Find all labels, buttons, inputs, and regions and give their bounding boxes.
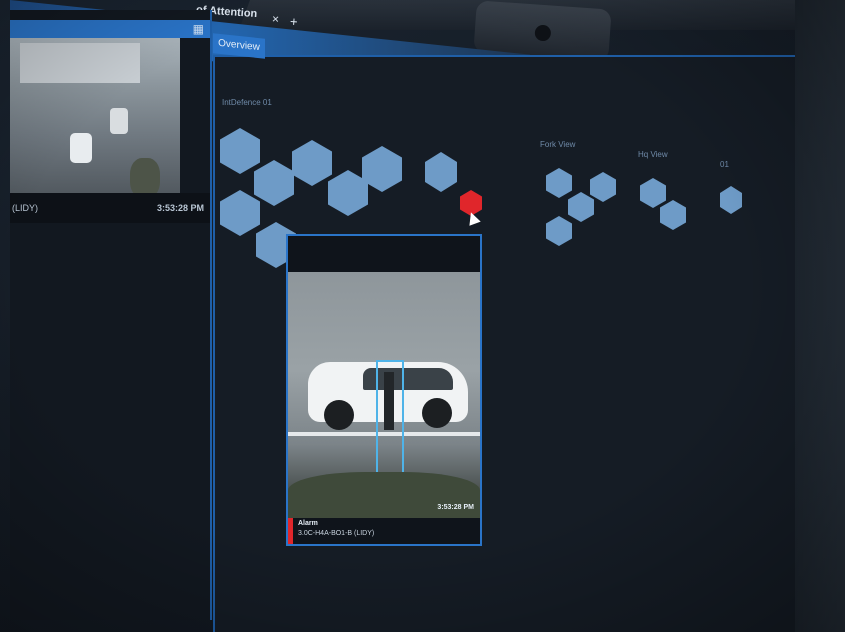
alarm-camera-name: 3.0C-H4A-BO1-B (LIDY): [298, 530, 375, 537]
monitor-bezel-right: [795, 0, 845, 632]
group-label: 01: [720, 160, 729, 169]
group-label: Fork View: [540, 140, 576, 149]
alarm-timestamp: 3:53:28 PM: [437, 504, 474, 511]
close-tab-icon[interactable]: ×: [272, 12, 280, 26]
grid-icon[interactable]: ▦: [193, 22, 204, 36]
alarm-preview-card[interactable]: Alarm 3.0C-H4A-BO1-B (LIDY) 3:53:28 PM: [286, 234, 482, 546]
group-label: IntDefence 01: [222, 98, 272, 107]
alarm-info: Alarm 3.0C-H4A-BO1-B (LIDY) 3:53:28 PM: [288, 504, 480, 544]
detection-box: [376, 360, 404, 474]
camera-thumbnail[interactable]: [10, 38, 180, 203]
monitor-screen: of Attention × + ▦ (LIDY) 3:53:28 PM Ove…: [0, 0, 845, 632]
alarm-snapshot[interactable]: [288, 272, 480, 518]
camera-thumbnail-caption: (LIDY) 3:53:28 PM: [10, 193, 210, 223]
add-tab-icon[interactable]: +: [289, 14, 298, 29]
camera-name: (LIDY): [12, 203, 39, 213]
camera-list-header: ▦: [10, 20, 210, 38]
webcam-lens: [534, 24, 552, 42]
camera-list-panel: ▦ (LIDY) 3:53:28 PM: [10, 10, 212, 620]
camera-timestamp: 3:53:28 PM: [156, 203, 204, 213]
alarm-status-stripe: [288, 518, 293, 544]
alarm-type: Alarm: [298, 520, 318, 527]
group-label: Hq View: [638, 150, 668, 159]
